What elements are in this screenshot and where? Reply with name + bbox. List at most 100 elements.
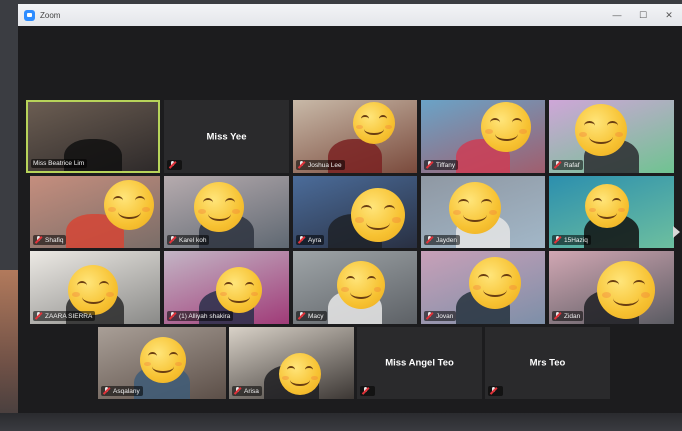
mic-muted-icon bbox=[169, 236, 176, 244]
window-controls: — ☐ ✕ bbox=[604, 4, 682, 26]
name-tag: Jayden bbox=[424, 235, 460, 245]
participant-name: Asqalany bbox=[113, 387, 140, 395]
participant-tile[interactable]: Macy bbox=[293, 251, 417, 324]
participant-tile[interactable]: Zidan bbox=[549, 251, 674, 324]
name-tag bbox=[488, 386, 503, 396]
participant-name: Ayra bbox=[308, 236, 322, 244]
participant-name: Arisa bbox=[244, 387, 259, 395]
mic-muted-icon bbox=[298, 236, 305, 244]
name-tag: Karel koh bbox=[167, 235, 210, 245]
name-tag: Joshua Lee bbox=[296, 160, 345, 170]
minimize-button[interactable]: — bbox=[604, 4, 630, 26]
participant-tile[interactable]: Jovan bbox=[421, 251, 545, 324]
participant-name: Shafiq bbox=[45, 236, 64, 244]
name-tag: Zidan bbox=[552, 311, 584, 321]
participant-display-name: Miss Yee bbox=[206, 131, 247, 142]
participant-tile[interactable]: Jayden bbox=[421, 176, 545, 248]
smiling-face-icon bbox=[351, 188, 405, 242]
close-button[interactable]: ✕ bbox=[656, 4, 682, 26]
participant-name: Rafaf bbox=[564, 161, 580, 169]
name-tag: Asqalany bbox=[101, 386, 143, 396]
participant-tile[interactable]: Asqalany bbox=[98, 327, 226, 399]
participant-tile[interactable]: Miss Yee bbox=[164, 100, 289, 173]
participant-name: Tiffany bbox=[436, 161, 456, 169]
participant-tile[interactable]: Ayra bbox=[293, 176, 417, 248]
mic-muted-icon bbox=[362, 387, 369, 395]
name-tag: Tiffany bbox=[424, 160, 459, 170]
participant-tile[interactable]: Miss Angel Teo bbox=[357, 327, 482, 399]
mic-muted-icon bbox=[103, 387, 110, 395]
participant-name: Jovan bbox=[436, 312, 454, 320]
participant-name: Zidan bbox=[564, 312, 581, 320]
smiling-face-icon bbox=[469, 257, 521, 309]
maximize-button[interactable]: ☐ bbox=[630, 4, 656, 26]
participant-name: Macy bbox=[308, 312, 324, 320]
smiling-face-icon bbox=[279, 353, 321, 395]
name-tag bbox=[360, 386, 375, 396]
zoom-app-icon bbox=[24, 9, 35, 21]
name-tag: (1) Alliyah shakira bbox=[167, 311, 234, 321]
mic-muted-icon bbox=[298, 312, 305, 320]
monitor-bezel bbox=[0, 413, 682, 431]
mic-muted-icon bbox=[169, 161, 176, 169]
gallery-view: Miss Beatrice Lim Miss Yee Joshua Lee Ti… bbox=[18, 26, 682, 418]
participant-display-name: Mrs Teo bbox=[529, 357, 566, 369]
name-tag: 15Haziq bbox=[552, 235, 591, 245]
participant-name: (1) Alliyah shakira bbox=[179, 312, 231, 320]
name-tag: ZAARA SIERRA bbox=[33, 311, 96, 321]
participant-name: 15Haziq bbox=[564, 236, 588, 244]
participant-name: Miss Beatrice Lim bbox=[33, 160, 85, 167]
name-tag: Ayra bbox=[296, 235, 325, 245]
participant-display-name: Miss Angel Teo bbox=[385, 357, 454, 369]
smiling-face-icon bbox=[140, 337, 186, 383]
name-tag: Rafaf bbox=[552, 160, 583, 170]
mic-muted-icon bbox=[426, 312, 433, 320]
mic-muted-icon bbox=[554, 312, 561, 320]
name-tag: Macy bbox=[296, 311, 327, 321]
participant-tile[interactable]: Rafaf bbox=[549, 100, 674, 173]
smiling-face-icon bbox=[337, 261, 385, 309]
smiling-face-icon bbox=[481, 102, 531, 152]
mic-muted-icon bbox=[169, 312, 176, 320]
zoom-window: Zoom — ☐ ✕ Miss Beatrice Lim Miss Yee Jo… bbox=[18, 4, 682, 418]
participant-tile[interactable]: 15Haziq bbox=[549, 176, 674, 248]
participant-name: Jayden bbox=[436, 236, 457, 244]
smiling-face-icon bbox=[575, 104, 627, 156]
name-tag: Miss Beatrice Lim bbox=[31, 159, 88, 168]
name-tag: Jovan bbox=[424, 311, 457, 321]
participant-tile[interactable]: Karel koh bbox=[164, 176, 289, 248]
mic-muted-icon bbox=[426, 236, 433, 244]
smiling-face-icon bbox=[585, 184, 629, 228]
participant-tile[interactable]: (1) Alliyah shakira bbox=[164, 251, 289, 324]
mic-muted-icon bbox=[234, 387, 241, 395]
participant-name: Karel koh bbox=[179, 236, 207, 244]
name-tag bbox=[167, 160, 182, 170]
name-tag: Arisa bbox=[232, 386, 262, 396]
participant-tile[interactable]: Miss Beatrice Lim bbox=[26, 100, 160, 173]
smiling-face-icon bbox=[104, 180, 154, 230]
participant-tile[interactable]: Arisa bbox=[229, 327, 354, 399]
title-bar: Zoom — ☐ ✕ bbox=[18, 4, 682, 26]
window-title: Zoom bbox=[40, 10, 61, 20]
smiling-face-icon bbox=[216, 267, 262, 313]
participant-name: Joshua Lee bbox=[308, 161, 342, 169]
mic-muted-icon bbox=[298, 161, 305, 169]
smiling-face-icon bbox=[68, 265, 118, 315]
mic-muted-icon bbox=[554, 236, 561, 244]
mic-muted-icon bbox=[426, 161, 433, 169]
participant-name: ZAARA SIERRA bbox=[45, 312, 93, 320]
smiling-face-icon bbox=[353, 102, 395, 144]
smiling-face-icon bbox=[597, 261, 655, 319]
smiling-face-icon bbox=[194, 182, 244, 232]
participant-tile[interactable]: ZAARA SIERRA bbox=[30, 251, 160, 324]
chevron-right-icon[interactable] bbox=[673, 226, 680, 238]
participant-tile[interactable]: Mrs Teo bbox=[485, 327, 610, 399]
name-tag: Shafiq bbox=[33, 235, 67, 245]
mic-muted-icon bbox=[35, 236, 42, 244]
mic-muted-icon bbox=[554, 161, 561, 169]
participant-tile[interactable]: Tiffany bbox=[421, 100, 545, 173]
participant-tile[interactable]: Joshua Lee bbox=[293, 100, 417, 173]
participant-tile[interactable]: Shafiq bbox=[30, 176, 160, 248]
mic-muted-icon bbox=[35, 312, 42, 320]
smiling-face-icon bbox=[449, 182, 501, 234]
